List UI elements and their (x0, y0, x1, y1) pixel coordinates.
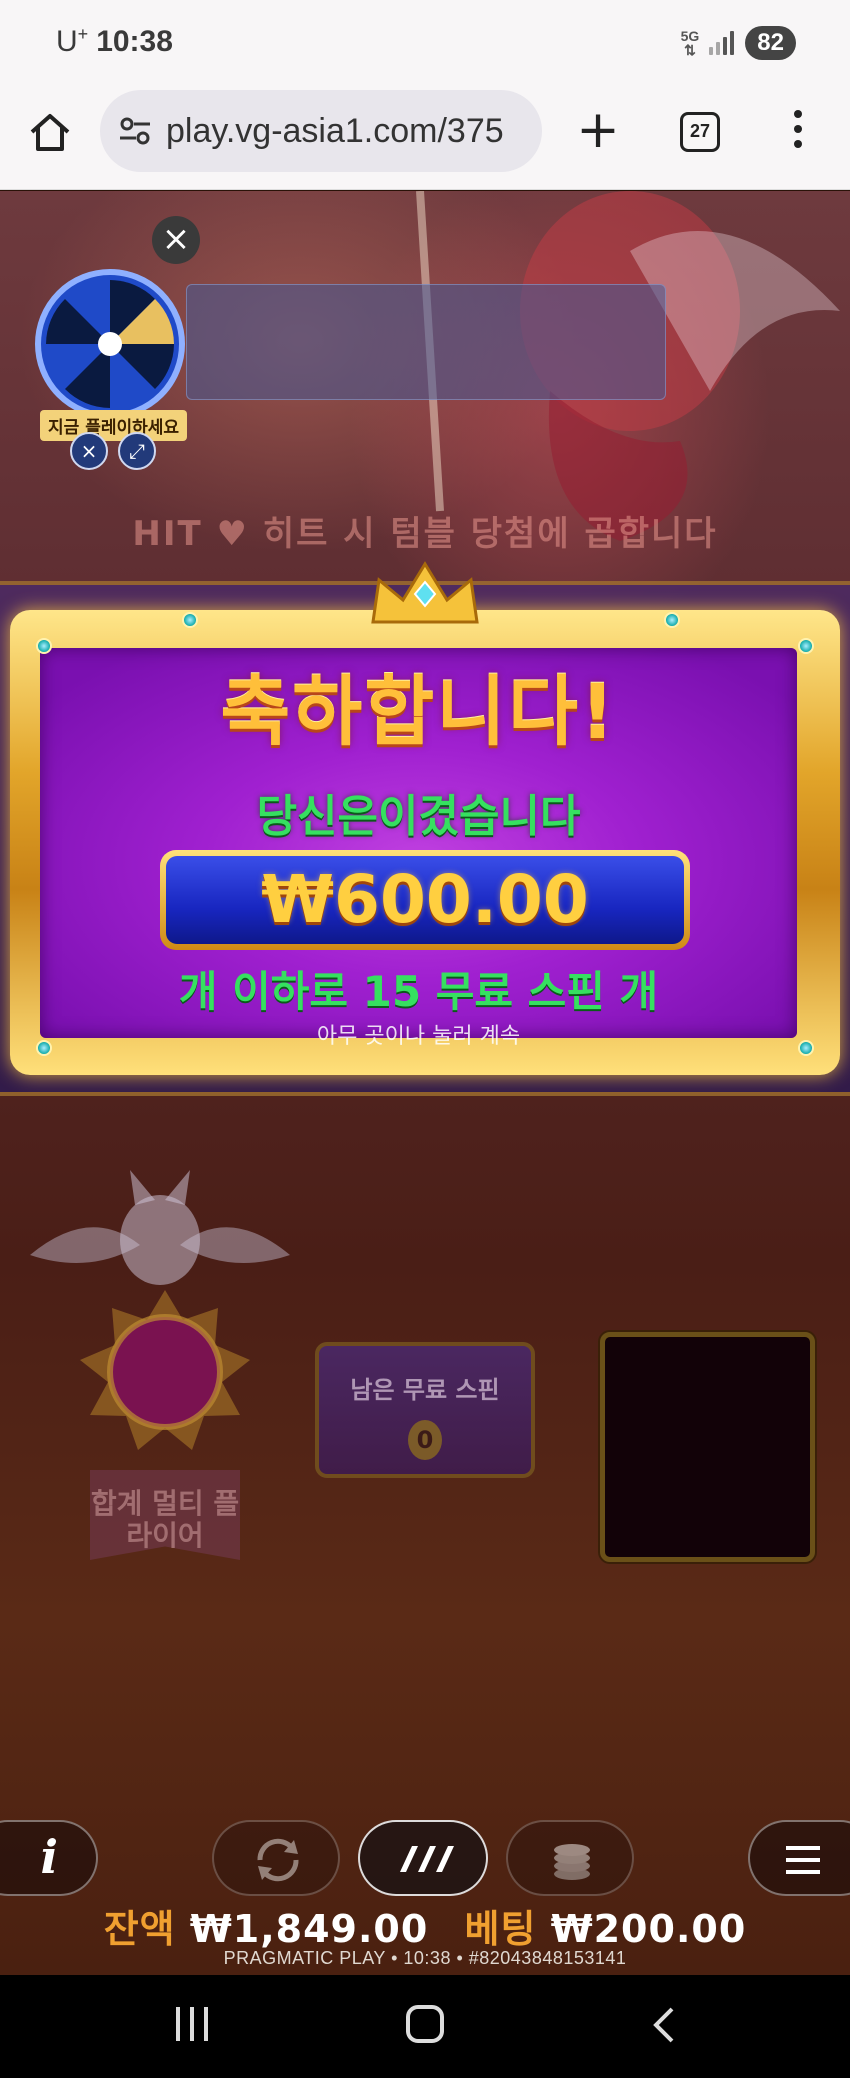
turbo-icon (400, 1846, 454, 1872)
balance-bet-row: 잔액 ₩1,849.00 베팅 ₩200.00 (0, 1898, 850, 1953)
hamburger-icon (786, 1846, 820, 1874)
free-spins-text: 개 이하로 15 무료 스핀 개 (178, 967, 659, 1016)
coins-icon (554, 1844, 590, 1880)
battery-indicator: 82 (745, 26, 796, 60)
signal-icon (709, 31, 735, 55)
tab-switcher-button[interactable]: 27 (680, 112, 720, 152)
address-bar[interactable]: play.vg-asia1.com/375 (100, 90, 542, 172)
multiplier-flyer-label: 합계 멀티 플라이어 (90, 1487, 240, 1552)
gem-icon (182, 612, 198, 628)
expand-icon[interactable]: ⤢ (118, 432, 156, 470)
home-nav-icon[interactable] (406, 2005, 444, 2043)
multiplier-medal-icon (80, 1290, 250, 1450)
gem-icon (798, 638, 814, 654)
spin-wheel-icon[interactable] (34, 268, 186, 420)
congrats-title: 축하합니다! (220, 667, 617, 756)
promo-card[interactable] (186, 284, 666, 400)
url-text[interactable]: play.vg-asia1.com/375 (166, 112, 532, 151)
close-promo-icon[interactable]: × (152, 216, 200, 264)
browser-toolbar: play.vg-asia1.com/375 + 27 (0, 90, 850, 190)
win-amount: ₩600.00 (261, 861, 589, 938)
status-right: 5G ⇅ 82 (681, 26, 796, 60)
clock: 10:38 (96, 25, 173, 58)
autoplay-button[interactable] (212, 1820, 340, 1896)
status-left: U+ 10:38 (56, 24, 173, 59)
home-icon[interactable] (28, 110, 72, 154)
network-5g-icon: 5G ⇅ (680, 28, 700, 58)
crown-icon (371, 561, 479, 624)
remaining-free-spins-value: 0 (408, 1420, 442, 1460)
info-icon: i (40, 1830, 58, 1884)
carrier-name: U+ (56, 24, 89, 58)
provider-info-line: PRAGMATIC PLAY • 10:38 • #82043848153141 (223, 1948, 627, 1968)
info-button[interactable]: i (0, 1820, 98, 1896)
hit-banner: HIT ♥ 히트 시 텀블 당첨에 곱합니다 (132, 514, 718, 554)
gem-icon (664, 612, 680, 628)
tap-to-continue-hint: 아무 곳이나 눌러 계속 (316, 1024, 521, 1049)
turbo-spin-button[interactable] (358, 1820, 488, 1896)
autoplay-icon (257, 1838, 299, 1882)
winged-cat-mascot (30, 1170, 290, 1285)
browser-menu-icon[interactable] (788, 110, 808, 156)
system-nav-bar (0, 1975, 850, 2078)
remaining-free-spins-label: 남은 무료 스핀 (350, 1376, 500, 1404)
gem-icon (798, 1040, 814, 1056)
game-menu-button[interactable] (748, 1820, 850, 1896)
recent-apps-icon[interactable] (172, 2007, 212, 2043)
status-bar: U+ 10:38 5G ⇅ 82 (0, 0, 850, 90)
play-now-label[interactable]: 지금 플레이하세요 (40, 410, 188, 441)
balance-label: 잔액 (103, 1907, 176, 1951)
win-amount-box: ₩600.00 (160, 850, 690, 950)
back-icon[interactable] (648, 2007, 682, 2043)
site-settings-icon[interactable] (118, 114, 152, 148)
bet-value: ₩200.00 (550, 1907, 747, 1951)
multiplier-display-box (600, 1332, 815, 1562)
balance-value: ₩1,849.00 (189, 1907, 429, 1951)
bet-label: 베팅 (464, 1907, 537, 1951)
bet-settings-button[interactable] (506, 1820, 634, 1896)
close-small-icon[interactable]: × (70, 432, 108, 470)
you-won-text: 당신은이겼습니다 (256, 791, 581, 842)
new-tab-button[interactable]: + (574, 104, 622, 156)
